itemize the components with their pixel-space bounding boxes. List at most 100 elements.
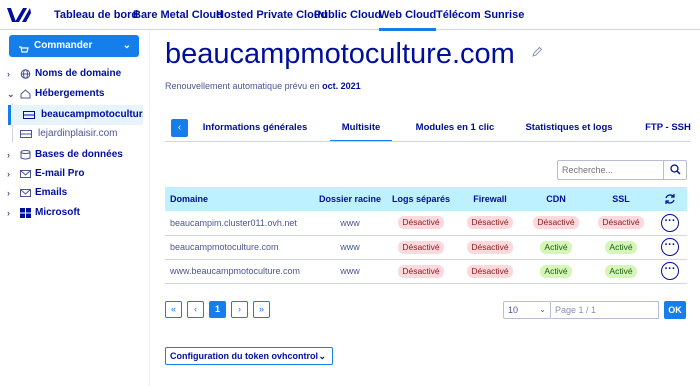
sidebar-item-microsoft[interactable]: › Microsoft — [0, 203, 150, 223]
chevron-right-icon: › — [7, 69, 10, 79]
cell-root: www — [315, 259, 385, 284]
token-config-label: Configuration du token ovhcontrol — [170, 351, 318, 361]
renewal-text: Renouvellement automatique prévu en — [165, 81, 320, 91]
sidebar-item-domains[interactable]: › Noms de domaine — [0, 64, 150, 84]
status-badge: Désactivé — [398, 264, 444, 278]
nav-telecom[interactable]: Télécom — [436, 0, 481, 30]
chevron-down-icon: ⌄ — [539, 305, 546, 314]
sidebar-subitem-label: lejardinplaisir.com — [38, 128, 118, 139]
hosting-icon — [20, 89, 31, 99]
nav-sunrise[interactable]: Sunrise — [484, 0, 524, 30]
tabs-divider — [165, 141, 690, 142]
top-navigation: Tableau de bord Bare Metal Cloud Hosted … — [0, 0, 700, 31]
search-button[interactable] — [663, 160, 687, 180]
page-number-input[interactable]: Page 1 / 1 — [551, 301, 659, 319]
sidebar-item-label: Emails — [35, 187, 68, 198]
edit-pencil-icon[interactable] — [531, 46, 543, 58]
row-actions-button[interactable]: ··· — [661, 213, 679, 232]
sidebar-subitem-label: beaucampmotocultur... — [41, 109, 143, 120]
nav-bare-metal-cloud[interactable]: Bare Metal Cloud — [133, 0, 223, 30]
chevron-right-icon: › — [7, 208, 10, 218]
nav-tableau-de-bord[interactable]: Tableau de bord — [54, 0, 138, 30]
page-size-value: 10 — [508, 305, 519, 315]
refresh-icon[interactable] — [664, 193, 676, 205]
tab-informations-generales[interactable]: Informations générales — [201, 118, 309, 142]
renewal-date: oct. 2021 — [322, 81, 361, 91]
table-row: beaucampmotoculture.com www Désactivé Dé… — [165, 235, 687, 260]
column-header-ssl: SSL — [589, 187, 653, 211]
column-header-domain[interactable]: Domaine — [165, 187, 315, 211]
database-icon — [20, 150, 31, 160]
sidebar-item-label: Noms de domaine — [35, 68, 122, 79]
chevron-right-icon: › — [7, 188, 10, 198]
row-actions-button[interactable]: ··· — [661, 262, 679, 280]
tab-ftp-ssh[interactable]: FTP - SSH — [640, 118, 696, 142]
nav-public-cloud[interactable]: Public Cloud — [314, 0, 381, 30]
status-badge: Activé — [540, 264, 572, 278]
page-title: beaucampmotoculture.com — [165, 38, 515, 70]
ovh-logo-icon[interactable] — [6, 5, 32, 25]
chevron-right-icon: › — [7, 169, 10, 179]
status-badge: Désactivé — [467, 240, 513, 254]
column-header-logs: Logs séparés — [385, 187, 457, 211]
server-icon — [23, 111, 35, 119]
sidebar-subitem-beaucampmotoculture[interactable]: beaucampmotocultur... — [8, 105, 143, 125]
sidebar-item-hosting[interactable]: ⌄ Hébergements — [0, 84, 150, 104]
page-size-select[interactable]: 10 ⌄ — [503, 301, 551, 319]
status-badge: Désactivé — [533, 216, 579, 230]
multisite-table: Domaine Dossier racine Logs séparés Fire… — [165, 187, 687, 284]
status-badge: Activé — [540, 240, 572, 254]
refresh-header[interactable] — [653, 187, 687, 211]
microsoft-icon — [20, 208, 31, 218]
status-badge: Désactivé — [398, 216, 444, 230]
sidebar-item-label: Hébergements — [35, 88, 105, 99]
table-header-row: Domaine Dossier racine Logs séparés Fire… — [165, 187, 687, 211]
tabs-scroll-left-button[interactable]: ‹ — [171, 119, 188, 137]
nav-hosted-private-cloud[interactable]: Hosted Private Cloud — [216, 0, 327, 30]
nav-web-cloud[interactable]: Web Cloud — [379, 0, 437, 31]
sidebar-item-email-pro[interactable]: › E-mail Pro — [0, 164, 150, 184]
chevron-right-icon: › — [7, 150, 10, 160]
pagination-last-button[interactable]: » — [253, 301, 270, 318]
cell-domain: beaucampim.cluster011.ovh.net — [165, 211, 315, 236]
mail-icon — [20, 170, 31, 178]
search-icon — [670, 164, 681, 175]
row-actions-button[interactable]: ··· — [661, 238, 679, 256]
chevron-down-icon: ⌄ — [318, 351, 326, 361]
status-badge: Désactivé — [467, 216, 513, 230]
order-button-label: Commander — [34, 40, 93, 51]
mail-icon — [20, 189, 31, 197]
pagination-prev-button[interactable]: ‹ — [187, 301, 204, 318]
status-badge: Désactivé — [467, 264, 513, 278]
page-ok-button[interactable]: OK — [664, 301, 686, 319]
order-button[interactable]: Commander ⌄ — [9, 35, 139, 57]
tab-multisite[interactable]: Multisite — [330, 118, 392, 142]
sidebar-item-emails[interactable]: › Emails — [0, 183, 150, 203]
chevron-down-icon: ⌄ — [7, 89, 15, 99]
cart-icon — [19, 41, 29, 53]
sidebar-item-databases[interactable]: › Bases de données — [0, 145, 150, 165]
column-header-root: Dossier racine — [315, 187, 385, 211]
sidebar-item-label: E-mail Pro — [35, 168, 85, 179]
status-badge: Désactivé — [598, 216, 644, 230]
table-row: beaucampim.cluster011.ovh.net www Désact… — [165, 211, 687, 236]
sidebar-item-label: Bases de données — [35, 149, 123, 160]
globe-icon — [20, 69, 31, 79]
status-badge: Activé — [605, 240, 637, 254]
status-badge: Activé — [605, 264, 637, 278]
server-icon — [20, 130, 32, 138]
table-row: www.beaucampmotoculture.com www Désactiv… — [165, 259, 687, 284]
cell-domain: beaucampmotoculture.com — [165, 235, 315, 260]
sidebar-subitem-lejardinplaisir[interactable]: lejardinplaisir.com — [8, 124, 143, 144]
token-config-button[interactable]: Configuration du token ovhcontrol ⌄ — [165, 347, 333, 365]
cell-root: www — [315, 211, 385, 236]
tab-statistiques-logs[interactable]: Statistiques et logs — [522, 118, 616, 142]
pagination-next-button[interactable]: › — [231, 301, 248, 318]
tab-modules[interactable]: Modules en 1 clic — [413, 118, 497, 142]
column-header-cdn: CDN — [523, 187, 589, 211]
status-badge: Désactivé — [398, 240, 444, 254]
renewal-info: Renouvellement automatique prévu en oct.… — [165, 81, 361, 91]
chevron-down-icon: ⌄ — [122, 40, 131, 51]
pagination-current-page[interactable]: 1 — [209, 301, 226, 318]
pagination-first-button[interactable]: « — [165, 301, 182, 318]
